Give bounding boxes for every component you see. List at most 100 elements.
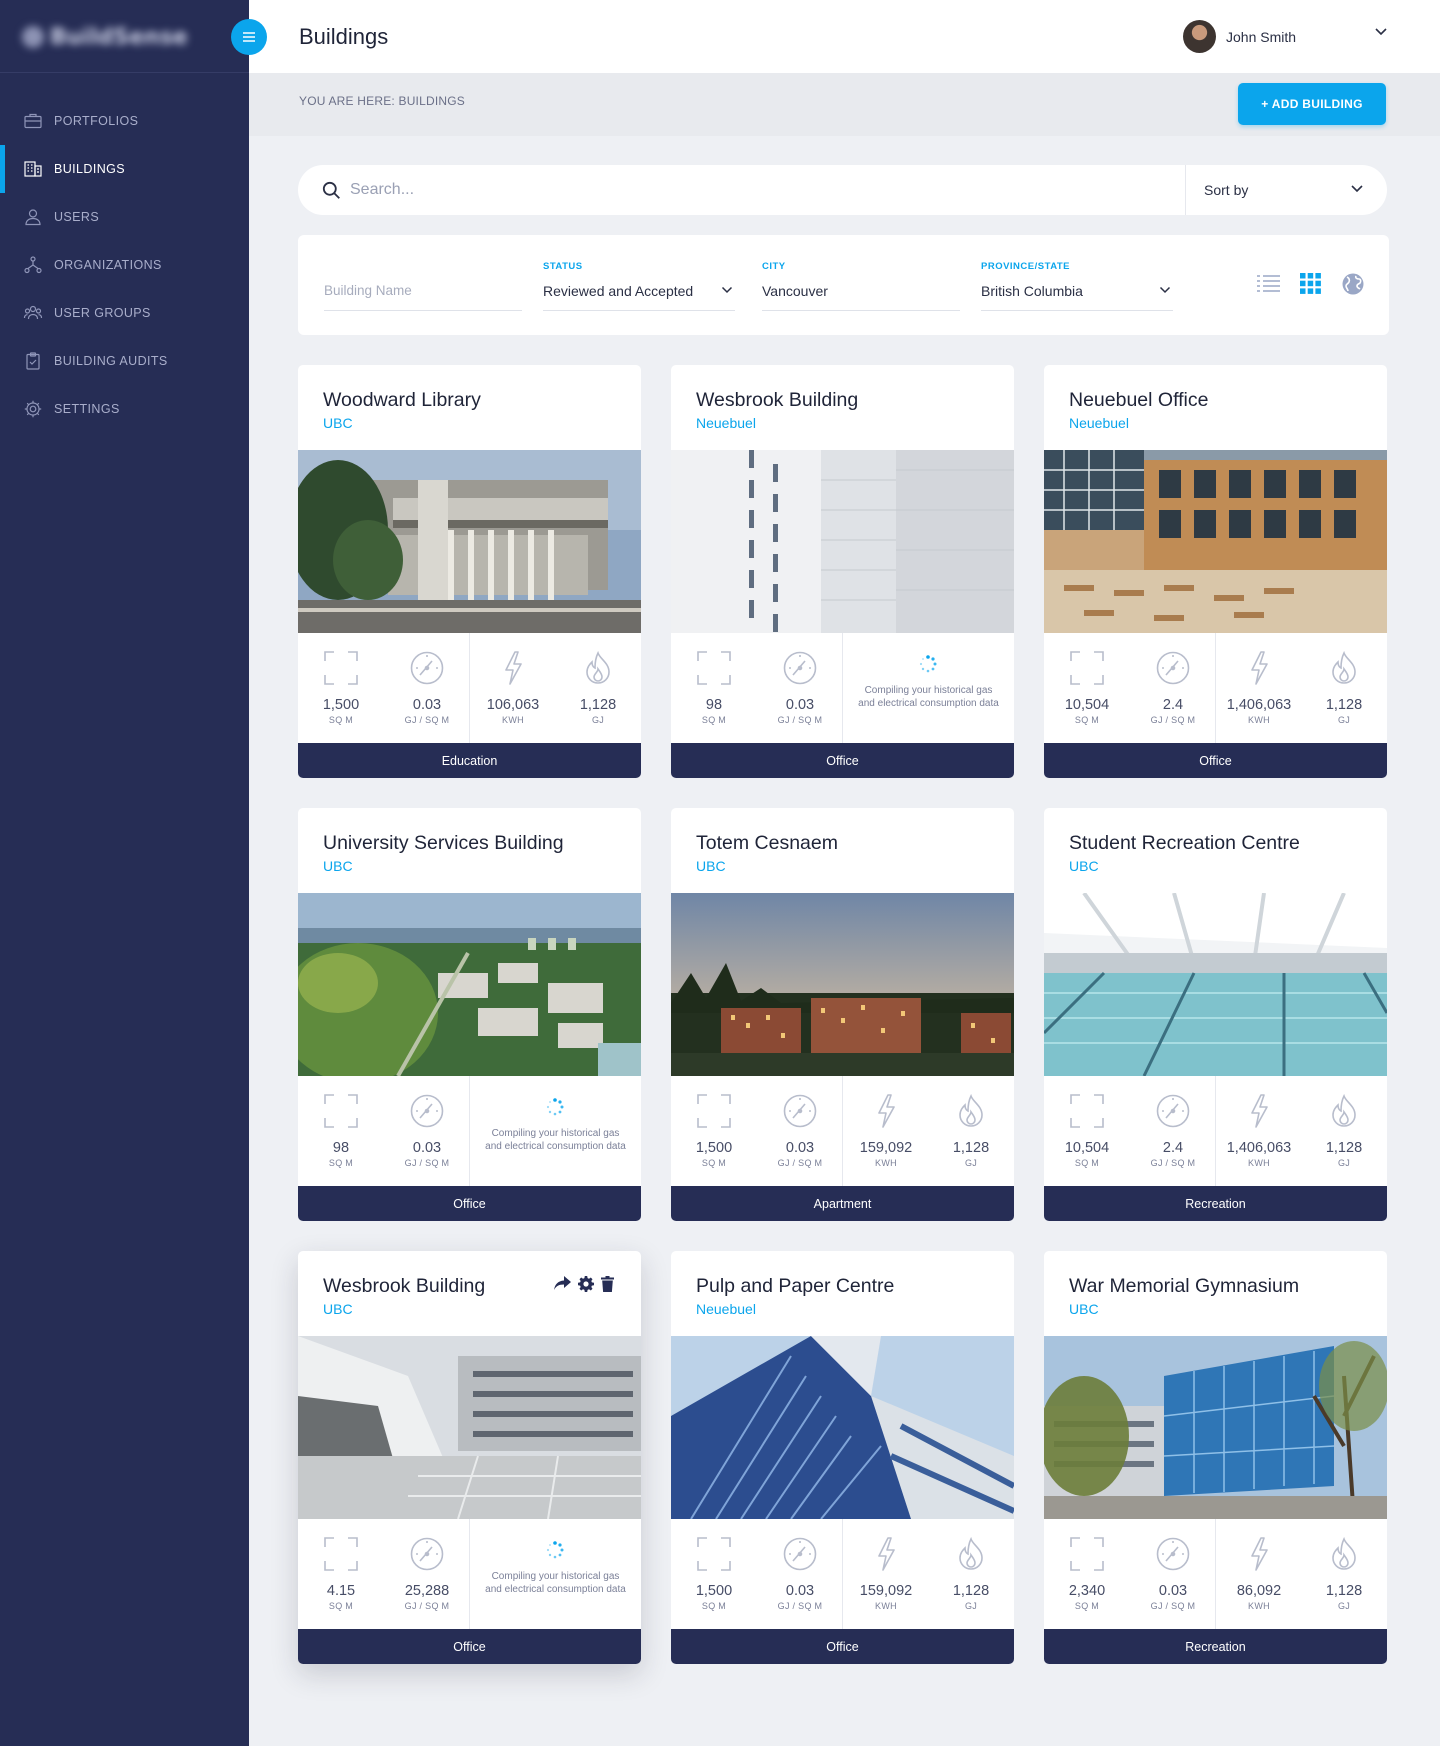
building-type-bar[interactable]: Recreation <box>1044 1186 1387 1221</box>
building-title[interactable]: Totem Cesnaem <box>696 832 838 855</box>
stat-unit: SQ M <box>1074 715 1100 725</box>
building-icon <box>24 161 42 177</box>
building-type-bar[interactable]: Recreation <box>1044 1629 1387 1664</box>
province-select[interactable]: PROVINCE/STATE British Columbia <box>981 261 1173 311</box>
building-org-link[interactable]: UBC <box>1069 1301 1099 1317</box>
list-view-icon[interactable] <box>1256 273 1281 293</box>
building-org-link[interactable]: UBC <box>323 1301 353 1317</box>
building-org-link[interactable]: Neuebuel <box>696 1301 756 1317</box>
sidebar-item-settings[interactable]: SETTINGS <box>0 385 249 433</box>
building-photo[interactable] <box>298 1336 641 1519</box>
chevron-down-icon[interactable] <box>1350 184 1364 193</box>
status-select[interactable]: STATUS Reviewed and Accepted <box>543 261 735 311</box>
building-org-link[interactable]: Neuebuel <box>1069 415 1129 431</box>
stat-unit: KWH <box>502 715 524 725</box>
building-type-bar[interactable]: Apartment <box>671 1186 1014 1221</box>
stat-unit: SQ M <box>701 1158 727 1168</box>
building-photo[interactable] <box>298 450 641 633</box>
area-icon <box>324 1094 358 1128</box>
building-title[interactable]: Pulp and Paper Centre <box>696 1275 894 1298</box>
building-photo[interactable] <box>1044 893 1387 1076</box>
sidebar-item-portfolios[interactable]: PORTFOLIOS <box>0 97 249 145</box>
loading-spinner-icon <box>546 1541 564 1559</box>
building-type-bar[interactable]: Office <box>298 1629 641 1664</box>
building-photo[interactable] <box>671 1336 1014 1519</box>
building-org-link[interactable]: Neuebuel <box>696 415 756 431</box>
building-title[interactable]: Wesbrook Building <box>696 389 858 412</box>
stat-value: 1,500 <box>695 1583 733 1599</box>
building-title[interactable]: Woodward Library <box>323 389 481 412</box>
avatar[interactable] <box>1183 20 1216 53</box>
search-input[interactable] <box>350 178 950 202</box>
building-type-bar[interactable]: Education <box>298 743 641 778</box>
area-stat: 4.15 SQ M <box>298 1519 384 1629</box>
building-card[interactable]: War Memorial Gymnasium UBC 2,340 SQ M 0.… <box>1044 1251 1387 1664</box>
sidebar-item-organizations[interactable]: ORGANIZATIONS <box>0 241 249 289</box>
building-org-link[interactable]: UBC <box>323 415 353 431</box>
sidebar-item-label: SETTINGS <box>54 402 120 416</box>
building-photo[interactable] <box>298 893 641 1076</box>
compiling-text: Compiling your historical gas and electr… <box>485 1571 626 1595</box>
building-card[interactable]: Wesbrook Building UBC 4.15 SQ M 25,288 G… <box>298 1251 641 1664</box>
building-type-bar[interactable]: Office <box>671 1629 1014 1664</box>
electricity-stat: 159,092 KWH <box>843 1076 929 1186</box>
stat-value: 0.03 <box>1158 1583 1188 1599</box>
building-org-link[interactable]: UBC <box>1069 858 1099 874</box>
trash-icon[interactable] <box>601 1276 614 1297</box>
status-value: Reviewed and Accepted <box>543 283 694 299</box>
chevron-down-icon[interactable] <box>1374 27 1388 36</box>
stat-value: 98 <box>332 1140 350 1156</box>
building-card[interactable]: Wesbrook Building Neuebuel 98 SQ M 0.03 … <box>671 365 1014 778</box>
building-title[interactable]: University Services Building <box>323 832 564 855</box>
building-photo[interactable] <box>671 893 1014 1076</box>
building-photo[interactable] <box>1044 1336 1387 1519</box>
electricity-stat: 86,092 KWH <box>1216 1519 1302 1629</box>
app-logo[interactable]: BuildSense <box>22 24 194 50</box>
building-photo[interactable] <box>1044 450 1387 633</box>
building-title[interactable]: Student Recreation Centre <box>1069 832 1300 855</box>
breadcrumb-bar: YOU ARE HERE: BUILDINGS + ADD BUILDING <box>249 73 1440 136</box>
building-type-bar[interactable]: Office <box>298 1186 641 1221</box>
menu-toggle-button[interactable] <box>231 19 267 55</box>
top-bar: Buildings John Smith <box>249 0 1440 73</box>
building-card[interactable]: Pulp and Paper Centre Neuebuel 1,500 SQ … <box>671 1251 1014 1664</box>
building-title[interactable]: Neuebuel Office <box>1069 389 1208 412</box>
gauge-icon <box>410 1094 444 1128</box>
gauge-icon <box>1156 1094 1190 1128</box>
globe-view-icon[interactable] <box>1342 273 1364 295</box>
stat-value: 1,406,063 <box>1226 697 1292 713</box>
building-card[interactable]: Student Recreation Centre UBC 10,504 SQ … <box>1044 808 1387 1221</box>
user-menu[interactable]: John Smith <box>1183 20 1296 53</box>
loading-spinner-icon <box>919 655 937 673</box>
province-label: PROVINCE/STATE <box>981 261 1070 272</box>
user-group-icon <box>23 305 43 320</box>
city-field[interactable]: CITY Vancouver <box>762 261 960 311</box>
building-type-bar[interactable]: Office <box>1044 743 1387 778</box>
stat-unit: GJ <box>591 715 605 725</box>
building-title[interactable]: Wesbrook Building <box>323 1275 485 1298</box>
grid-view-icon[interactable] <box>1300 273 1321 294</box>
stat-unit: GJ / SQ M <box>404 1601 450 1611</box>
sort-by-select[interactable]: Sort by <box>1204 182 1248 198</box>
stat-value: 86,092 <box>1236 1583 1282 1599</box>
area-stat: 1,500 SQ M <box>298 633 384 743</box>
building-card[interactable]: Neuebuel Office Neuebuel 10,504 SQ M 2.4… <box>1044 365 1387 778</box>
gas-stat: 1,128 GJ <box>1301 633 1387 743</box>
settings-icon[interactable] <box>578 1276 594 1297</box>
add-building-button[interactable]: + ADD BUILDING <box>1238 83 1386 125</box>
sidebar-item-buildings[interactable]: BUILDINGS <box>0 145 249 193</box>
sidebar-item-users[interactable]: USERS <box>0 193 249 241</box>
building-org-link[interactable]: UBC <box>696 858 726 874</box>
building-card[interactable]: Totem Cesnaem UBC 1,500 SQ M 0.03 GJ / S… <box>671 808 1014 1221</box>
building-name-field[interactable]: Building Name <box>324 261 522 311</box>
stat-unit: SQ M <box>1074 1601 1100 1611</box>
building-card[interactable]: University Services Building UBC 98 SQ M… <box>298 808 641 1221</box>
building-type-bar[interactable]: Office <box>671 743 1014 778</box>
sidebar-item-building-audits[interactable]: BUILDING AUDITS <box>0 337 249 385</box>
sidebar-item-user-groups[interactable]: USER GROUPS <box>0 289 249 337</box>
building-photo[interactable] <box>671 450 1014 633</box>
building-card[interactable]: Woodward Library UBC 1,500 SQ M 0.03 GJ … <box>298 365 641 778</box>
building-title[interactable]: War Memorial Gymnasium <box>1069 1275 1299 1298</box>
share-icon[interactable] <box>554 1276 571 1297</box>
building-org-link[interactable]: UBC <box>323 858 353 874</box>
